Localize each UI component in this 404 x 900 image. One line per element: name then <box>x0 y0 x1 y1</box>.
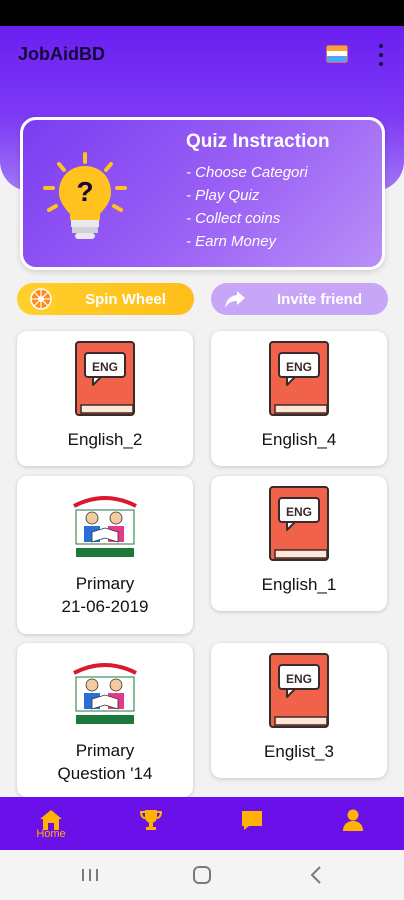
invite-friend-button[interactable]: Invite friend <box>211 283 388 315</box>
quiz-step: - Collect coins <box>186 210 281 227</box>
trophy-icon <box>139 810 163 830</box>
svg-text:?: ? <box>76 176 93 207</box>
lightbulb-icon: ? <box>43 152 127 239</box>
invite-friend-label: Invite friend <box>276 290 362 308</box>
message-icon <box>242 811 262 830</box>
bottom-navigation: Home <box>0 797 404 850</box>
category-card-english-1[interactable]: ENG English_1 <box>211 476 387 611</box>
category-card-english-2[interactable]: ENG English_2 <box>17 331 193 466</box>
category-label-line2: 21-06-2019 <box>61 597 149 616</box>
category-card-primary-question-14[interactable]: Primary Question '14 <box>17 643 193 797</box>
back-icon[interactable] <box>292 850 342 900</box>
primary-education-logo <box>73 663 137 724</box>
category-card-english-3[interactable]: ENG Englist_3 <box>211 643 387 778</box>
spin-wheel-button[interactable]: Spin Wheel <box>17 283 194 315</box>
eng-badge: ENG <box>92 360 118 374</box>
eng-badge: ENG <box>286 360 312 374</box>
svg-text:ENG: ENG <box>286 505 312 519</box>
category-card-english-4[interactable]: ENG English_4 <box>211 331 387 466</box>
eng-badge: ENG <box>286 672 312 686</box>
home-button-icon[interactable] <box>177 850 227 900</box>
status-bar <box>0 0 404 26</box>
language-flag-icon[interactable] <box>326 45 348 63</box>
category-card-primary-2019[interactable]: Primary 21-06-2019 <box>17 476 193 634</box>
eng-badge: ENG <box>286 505 312 519</box>
nav-home[interactable]: Home <box>21 797 81 850</box>
profile-icon <box>343 809 363 831</box>
quiz-step: - Choose Categori <box>186 164 308 181</box>
primary-education-logo <box>73 496 137 557</box>
system-navigation-bar <box>0 850 404 900</box>
svg-text:ENG: ENG <box>92 360 118 374</box>
svg-text:ENG: ENG <box>286 360 312 374</box>
nav-messages[interactable] <box>222 797 282 850</box>
quiz-steps-list: - Choose Categori - Play Quiz - Collect … <box>186 161 308 253</box>
category-label-line1: Primary <box>75 741 135 760</box>
category-label: English_1 <box>261 575 337 594</box>
nav-home-label: Home <box>36 828 66 840</box>
app-title: JobAidBD <box>18 44 105 64</box>
spin-wheel-label: Spin Wheel <box>85 290 166 308</box>
category-label-line1: Primary <box>75 574 135 593</box>
svg-text:ENG: ENG <box>286 672 312 686</box>
quiz-step: - Earn Money <box>186 233 277 250</box>
recent-apps-icon[interactable] <box>65 850 115 900</box>
category-label-line2: Question '14 <box>57 764 153 783</box>
category-label: English_2 <box>67 430 143 449</box>
quiz-title: Quiz Instraction <box>186 131 330 152</box>
category-label: English_4 <box>261 430 337 449</box>
category-label: Englist_3 <box>264 742 334 761</box>
nav-leaderboard[interactable] <box>121 797 181 850</box>
quiz-instruction-card: ? Quiz Instraction - Choose Categori - P… <box>20 117 385 270</box>
overflow-menu-icon[interactable] <box>376 44 386 66</box>
quiz-step: - Play Quiz <box>186 187 260 204</box>
nav-profile[interactable] <box>323 797 383 850</box>
